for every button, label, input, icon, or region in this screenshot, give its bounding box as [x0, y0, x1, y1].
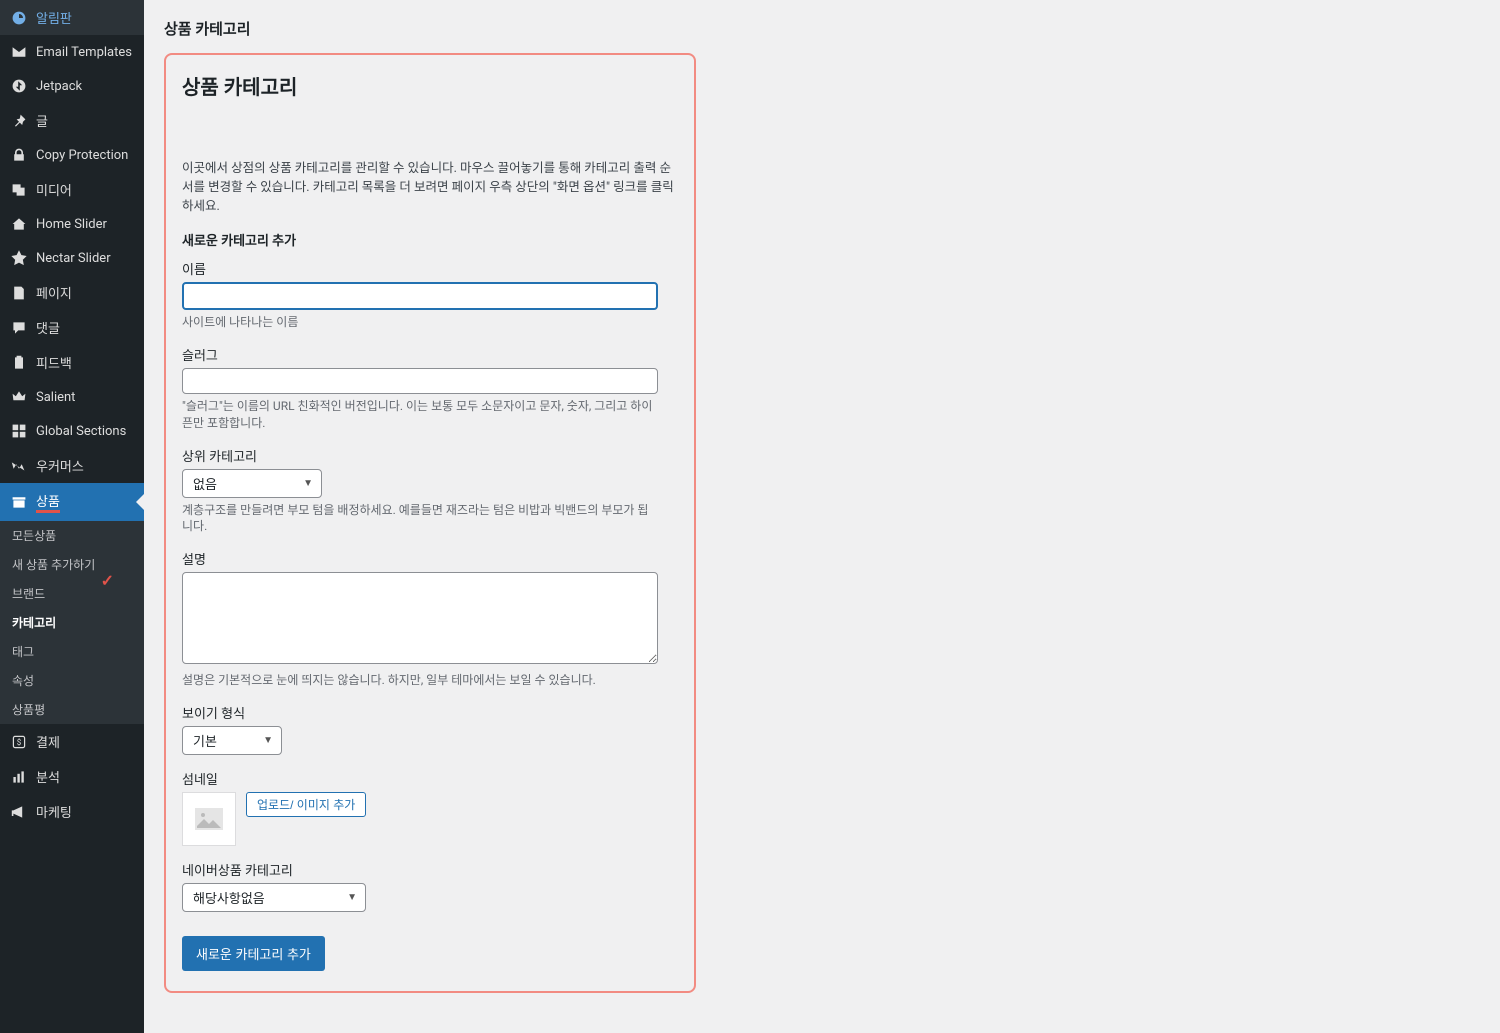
pages-icon: [10, 284, 28, 302]
home-icon: [10, 215, 28, 233]
thumbnail-placeholder: [182, 792, 236, 846]
naver-label: 네이버상품 카테고리: [182, 860, 658, 879]
image-placeholder-icon: [195, 808, 223, 830]
sidebar-item-jetpack[interactable]: Jetpack: [0, 69, 144, 103]
parent-label: 상위 카테고리: [182, 446, 658, 465]
clipboard-icon: [10, 354, 28, 372]
sidebar-item-woocommerce[interactable]: 우커머스: [0, 448, 144, 483]
pin-icon: [10, 112, 28, 130]
sidebar-item-label: 상품: [36, 491, 60, 513]
sidebar-item-label: 마케팅: [36, 802, 72, 821]
sidebar-item-pages[interactable]: 페이지: [0, 275, 144, 310]
naver-select-value: 해당사항없음: [193, 888, 265, 907]
comment-icon: [10, 319, 28, 337]
sidebar-subitem-all-products[interactable]: 모든상품: [0, 521, 144, 550]
sidebar-item-feedback[interactable]: 피드백: [0, 345, 144, 380]
parent-select[interactable]: 없음 ▼: [182, 469, 322, 498]
sidebar-item-products[interactable]: 상품: [0, 483, 144, 521]
sidebar-item-label: 우커머스: [36, 456, 84, 475]
naver-select[interactable]: 해당사항없음 ▼: [182, 883, 366, 912]
media-icon: [10, 181, 28, 199]
sidebar-subitem-attributes[interactable]: 속성: [0, 666, 144, 695]
sidebar-item-label: 분석: [36, 767, 60, 786]
chevron-down-icon: ▼: [263, 735, 273, 746]
sidebar-item-label: Nectar Slider: [36, 251, 111, 266]
jetpack-icon: [10, 77, 28, 95]
upload-image-button[interactable]: 업로드/ 이미지 추가: [246, 792, 366, 817]
sidebar-item-email-templates[interactable]: Email Templates: [0, 35, 144, 69]
sidebar-item-label: 미디어: [36, 180, 72, 199]
panel-heading: 상품 카테고리: [182, 71, 678, 100]
sidebar-item-label: 페이지: [36, 283, 72, 302]
sidebar-item-label: Copy Protection: [36, 148, 128, 163]
sidebar-item-media[interactable]: 미디어: [0, 172, 144, 207]
description-textarea[interactable]: [182, 572, 658, 664]
sidebar-item-copy-protection[interactable]: Copy Protection: [0, 138, 144, 172]
main-content: 상품 카테고리 상품 카테고리 이곳에서 상점의 상품 카테고리를 관리할 수 …: [144, 0, 1500, 1033]
page-title: 상품 카테고리: [164, 0, 1480, 47]
crown-icon: [10, 388, 28, 406]
sidebar-item-global-sections[interactable]: Global Sections: [0, 414, 144, 448]
description-help: 설명은 기본적으로 눈에 띄지는 않습니다. 하지만, 일부 테마에서는 보일 …: [182, 672, 658, 689]
sidebar-subitem-add-new[interactable]: 새 상품 추가하기: [0, 550, 144, 579]
display-select-value: 기본: [193, 731, 217, 750]
sidebar-item-label: Global Sections: [36, 424, 126, 439]
sidebar-subitem-reviews[interactable]: 상품평: [0, 695, 144, 724]
archive-icon: [10, 493, 28, 511]
sidebar-item-comments[interactable]: 댓글: [0, 310, 144, 345]
sidebar-item-nectar-slider[interactable]: Nectar Slider: [0, 241, 144, 275]
panel-intro: 이곳에서 상점의 상품 카테고리를 관리할 수 있습니다. 마우스 끌어놓기를 …: [182, 160, 678, 216]
category-form-panel: 상품 카테고리 이곳에서 상점의 상품 카테고리를 관리할 수 있습니다. 마우…: [164, 53, 696, 993]
sidebar-item-label: 결제: [36, 732, 60, 751]
sidebar-item-label: 댓글: [36, 318, 60, 337]
display-label: 보이기 형식: [182, 703, 658, 722]
sidebar-item-marketing[interactable]: 마케팅: [0, 794, 144, 829]
sidebar-item-payments[interactable]: $ 결제: [0, 724, 144, 759]
sidebar-item-label: Email Templates: [36, 45, 132, 60]
sidebar-subitem-categories[interactable]: 카테고리: [0, 608, 144, 637]
sidebar-item-label: 글: [36, 111, 48, 130]
sidebar-submenu-products: 모든상품 새 상품 추가하기 브랜드 ✓ 카테고리 태그 속성 상품평: [0, 521, 144, 724]
slug-label: 슬러그: [182, 345, 658, 364]
display-select[interactable]: 기본 ▼: [182, 726, 282, 755]
sidebar-item-label: 알림판: [36, 8, 72, 27]
woocommerce-icon: [10, 457, 28, 475]
name-label: 이름: [182, 259, 658, 278]
sidebar-item-label: Jetpack: [36, 79, 82, 94]
description-label: 설명: [182, 549, 658, 568]
sidebar-item-dashboard[interactable]: 알림판: [0, 0, 144, 35]
parent-help: 계층구조를 만들려면 부모 텀을 배정하세요. 예를들면 재즈라는 텀은 비밥과…: [182, 502, 658, 536]
slug-input[interactable]: [182, 368, 658, 394]
sidebar-item-analytics[interactable]: 분석: [0, 759, 144, 794]
slug-help: "슬러그"는 이름의 URL 친화적인 버전입니다. 이는 보통 모두 소문자이…: [182, 398, 658, 432]
submit-button[interactable]: 새로운 카테고리 추가: [182, 936, 325, 971]
sidebar-subitem-tags[interactable]: 태그: [0, 637, 144, 666]
chevron-down-icon: ▼: [347, 892, 357, 903]
sidebar-item-home-slider[interactable]: Home Slider: [0, 207, 144, 241]
svg-text:$: $: [17, 738, 22, 747]
star-icon: [10, 249, 28, 267]
gauge-icon: [10, 9, 28, 27]
chart-icon: [10, 768, 28, 786]
grid-icon: [10, 422, 28, 440]
dollar-icon: $: [10, 733, 28, 751]
sidebar-item-label: 피드백: [36, 353, 72, 372]
name-input[interactable]: [182, 282, 658, 310]
thumbnail-label: 섬네일: [182, 769, 658, 788]
sidebar-item-label: Salient: [36, 390, 75, 405]
check-annotation-icon: ✓: [101, 571, 114, 590]
lock-icon: [10, 146, 28, 164]
megaphone-icon: [10, 803, 28, 821]
admin-sidebar: 알림판 Email Templates Jetpack 글 Copy Prote…: [0, 0, 144, 1033]
chevron-down-icon: ▼: [303, 478, 313, 489]
sidebar-item-salient[interactable]: Salient: [0, 380, 144, 414]
add-category-heading: 새로운 카테고리 추가: [182, 230, 678, 249]
mail-icon: [10, 43, 28, 61]
parent-select-value: 없음: [193, 474, 217, 493]
sidebar-item-posts[interactable]: 글: [0, 103, 144, 138]
name-help: 사이트에 나타나는 이름: [182, 314, 658, 331]
sidebar-subitem-brands[interactable]: 브랜드 ✓: [0, 579, 144, 608]
sidebar-item-label: Home Slider: [36, 217, 107, 232]
